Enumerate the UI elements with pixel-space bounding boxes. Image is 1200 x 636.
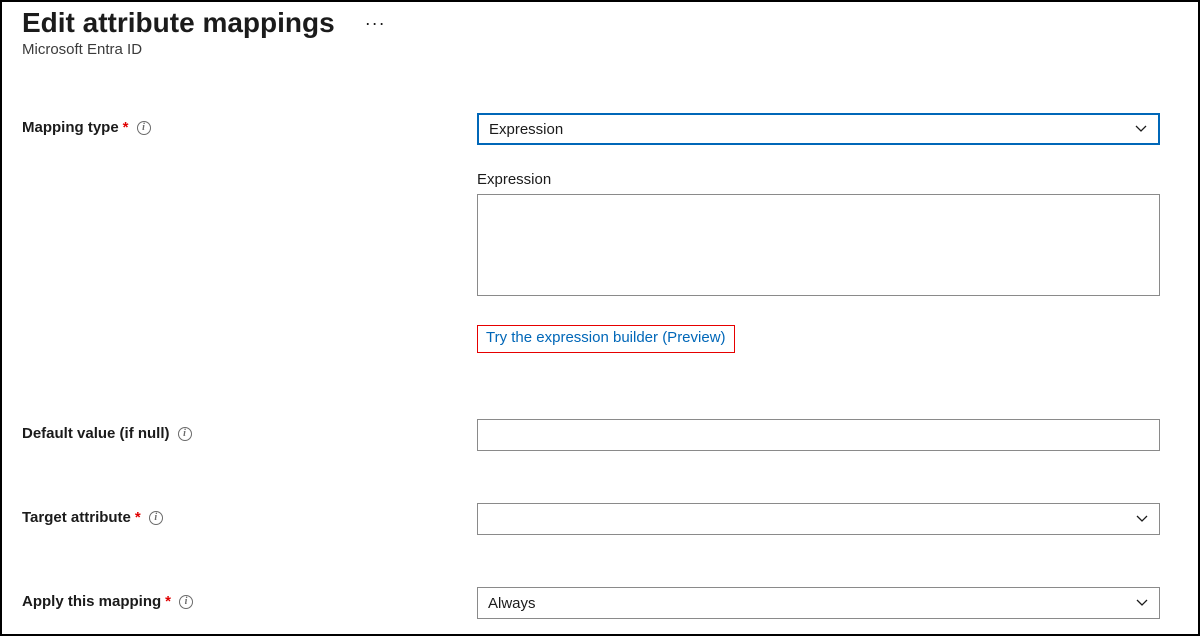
expression-label: Expression <box>477 171 1160 188</box>
mapping-type-label: Mapping type * i <box>22 113 477 136</box>
default-value-input[interactable] <box>477 419 1160 451</box>
page-title: Edit attribute mappings <box>22 7 335 39</box>
info-icon[interactable]: i <box>178 427 192 441</box>
info-icon[interactable]: i <box>137 121 151 135</box>
apply-mapping-label: Apply this mapping * i <box>22 587 477 610</box>
info-icon[interactable]: i <box>149 511 163 525</box>
more-icon[interactable]: ··· <box>365 13 386 34</box>
info-icon[interactable]: i <box>179 595 193 609</box>
chevron-down-icon <box>1135 596 1149 610</box>
expression-textarea[interactable] <box>477 194 1160 296</box>
mapping-type-select[interactable]: Expression <box>477 113 1160 145</box>
required-asterisk: * <box>123 119 129 136</box>
required-asterisk: * <box>165 593 171 610</box>
expression-link-highlight: Try the expression builder (Preview) <box>477 325 735 353</box>
chevron-down-icon <box>1135 512 1149 526</box>
required-asterisk: * <box>135 509 141 526</box>
expression-builder-link[interactable]: Try the expression builder (Preview) <box>486 329 726 346</box>
apply-mapping-select[interactable]: Always <box>477 587 1160 619</box>
default-value-label: Default value (if null) i <box>22 419 477 442</box>
page-subtitle: Microsoft Entra ID <box>22 41 1178 58</box>
target-attribute-label: Target attribute * i <box>22 503 477 526</box>
target-attribute-select[interactable] <box>477 503 1160 535</box>
chevron-down-icon <box>1134 122 1148 136</box>
